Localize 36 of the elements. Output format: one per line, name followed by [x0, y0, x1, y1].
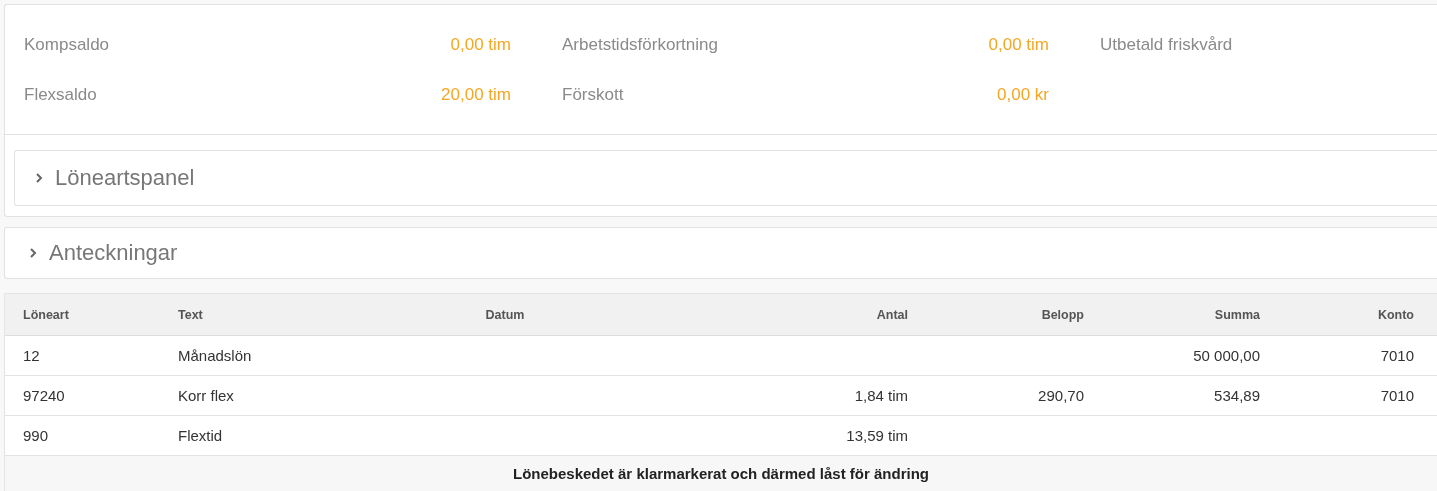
column-header: Text [178, 307, 204, 322]
table-cell-text: Månadslön [178, 347, 253, 364]
panel-title: Löneartspanel [55, 165, 195, 191]
table-cell-text: 50 000,00 [1192, 347, 1260, 364]
column-header: Löneart [23, 307, 70, 322]
panel-title: Anteckningar [49, 240, 178, 266]
balance-value: 0,00 kr [997, 85, 1049, 105]
table-cell-text: 7010 [1379, 347, 1414, 364]
table-cell-text: 990 [23, 427, 50, 444]
collapsible-panel-header[interactable]: Anteckningar [4, 227, 1437, 279]
chevron-icon [27, 246, 39, 260]
balance-value: 20,00 tim [441, 85, 511, 105]
column-header: Belopp [1040, 307, 1084, 322]
balance-label: Flexsaldo [24, 85, 97, 105]
balance-label: Arbetstidsförkortning [562, 35, 718, 55]
table-cell-text: Flextid [178, 427, 224, 444]
table-cell-text: 1,84 tim [853, 387, 908, 404]
balance-label: Förskott [562, 85, 624, 105]
table-cell-text: 290,70 [1037, 387, 1084, 404]
column-header: Konto [1376, 307, 1414, 322]
column-header: Datum [484, 307, 526, 322]
balance-label: Utbetald friskvård [1100, 35, 1233, 55]
balance-label: Kompsaldo [24, 35, 110, 55]
table-cell-text: 13,59 tim [845, 427, 908, 444]
locked-notice: Lönebeskedet är klarmarkerat och därmed låst för ändring [513, 465, 929, 482]
balance-value: 0,00 tim [988, 35, 1049, 55]
balance-value: 0,00 tim [450, 35, 511, 55]
table-cell-text: 7010 [1379, 387, 1414, 404]
table-cell-text: Korr flex [178, 387, 235, 404]
column-header: Summa [1213, 307, 1260, 322]
table-cell-text: 534,89 [1213, 387, 1260, 404]
table-cell-text: 12 [23, 347, 41, 364]
column-header: Antal [875, 307, 908, 322]
table-cell-text: 97240 [23, 387, 66, 404]
collapsible-panel-header[interactable]: Löneartspanel [14, 150, 1437, 206]
chevron-icon [33, 171, 45, 185]
